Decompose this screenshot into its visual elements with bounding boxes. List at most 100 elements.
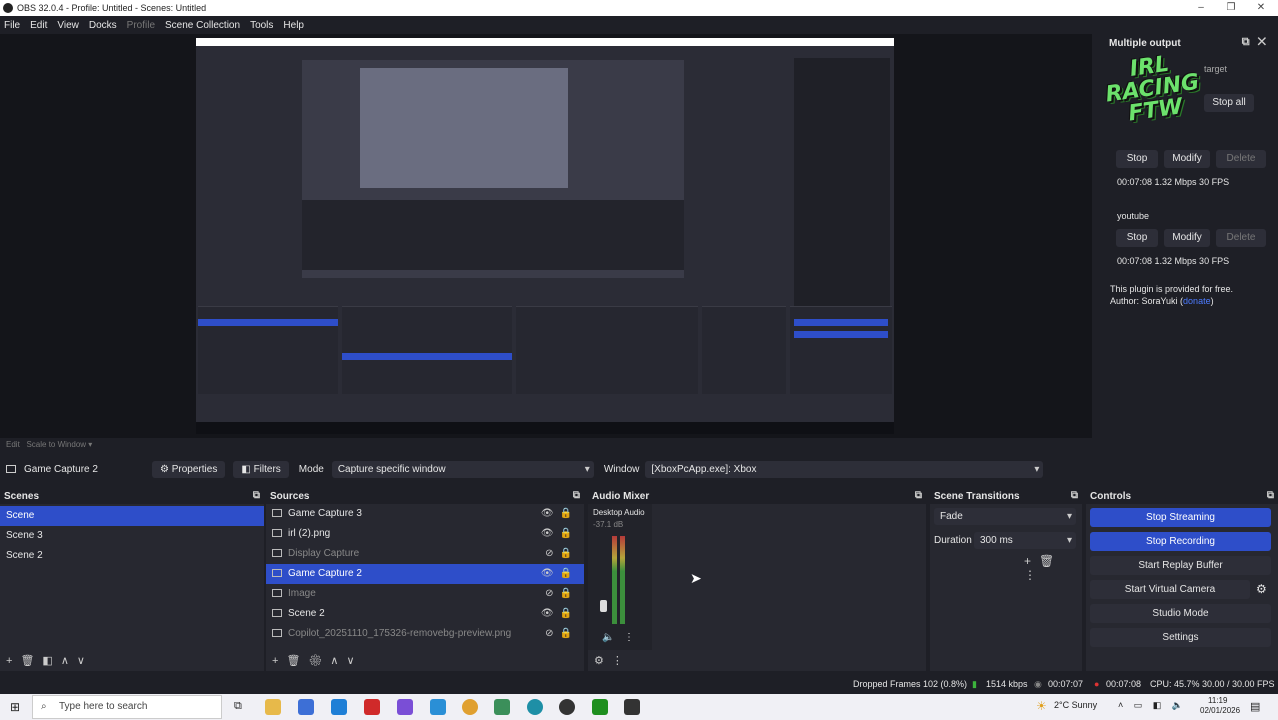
lock-icon[interactable]: 🔒 [560, 608, 578, 619]
settings-button[interactable]: Settings [1090, 628, 1271, 647]
hidden-icon[interactable]: ⊘ [545, 628, 559, 639]
donate-link[interactable]: donate [1183, 296, 1211, 306]
visibility-icon[interactable]: 👁 [541, 608, 560, 619]
target2-stop-button[interactable]: Stop [1116, 229, 1158, 247]
menu-help[interactable]: Help [283, 20, 304, 31]
dock-float-icon[interactable]: ⧉ [1267, 490, 1274, 501]
remove-scene-icon[interactable]: 🗑 [20, 655, 42, 667]
visibility-icon[interactable]: 👁 [541, 528, 560, 539]
source-item[interactable]: Scene 2 👁🔒 [266, 604, 584, 624]
menu-edit[interactable]: Edit [30, 20, 47, 31]
target1-modify-button[interactable]: Modify [1164, 150, 1210, 168]
duration-input[interactable]: 300 ms [974, 532, 1076, 549]
source-item[interactable]: Game Capture 3 👁🔒 [266, 504, 584, 524]
source-item[interactable]: Game Capture 2 👁🔒 [266, 564, 584, 584]
source-item[interactable]: Image ⊘🔒 [266, 584, 584, 604]
mixer-menu-icon[interactable]: ⋮ [612, 655, 631, 667]
notepad-icon[interactable] [494, 699, 510, 715]
dock-float-icon[interactable]: ⧉ [915, 490, 922, 501]
notification-icon[interactable]: ▤ [1250, 700, 1260, 713]
dock-float-icon[interactable]: ⧉ [1071, 490, 1078, 501]
source-up-icon[interactable]: ∧ [330, 655, 346, 667]
lock-icon[interactable]: 🔒 [560, 588, 578, 599]
menu-scene-collection[interactable]: Scene Collection [165, 20, 240, 31]
filters-button[interactable]: ◧ Filters [233, 460, 289, 478]
lock-icon[interactable]: 🔒 [560, 568, 578, 579]
menu-view[interactable]: View [57, 20, 79, 31]
transition-menu-icon[interactable]: ⋮ [1024, 568, 1044, 582]
hidden-icon[interactable]: ⊘ [545, 588, 559, 599]
file-explorer-icon[interactable] [265, 699, 281, 715]
target1-stop-button[interactable]: Stop [1116, 150, 1158, 168]
windows-start-icon[interactable]: ⊞ [10, 700, 20, 714]
source-item[interactable]: Copilot_20251110_175326-removebg-preview… [266, 624, 584, 644]
tray-icons[interactable]: ˄ ▭ ◧ 🔈 [1118, 700, 1187, 711]
visibility-icon[interactable]: 👁 [541, 568, 560, 579]
program-preview[interactable] [196, 38, 894, 434]
float-icon[interactable]: ⧉ [1242, 36, 1258, 48]
lock-icon[interactable]: 🔒 [560, 628, 578, 639]
window-select[interactable]: [XboxPcApp.exe]: Xbox [645, 460, 1044, 478]
visibility-icon[interactable]: 👁 [541, 508, 560, 519]
dock-float-icon[interactable]: ⧉ [573, 490, 580, 501]
obs-icon [3, 3, 13, 13]
lock-icon[interactable]: 🔒 [560, 528, 578, 539]
scene-item[interactable]: Scene 3 [0, 526, 264, 546]
studio-mode-button[interactable]: Studio Mode [1090, 604, 1271, 623]
target1-delete-button[interactable]: Delete [1216, 150, 1266, 168]
youtube-icon[interactable] [364, 699, 380, 715]
lock-icon[interactable]: 🔒 [560, 508, 578, 519]
close-dock-icon[interactable]: ✕ [1258, 36, 1274, 48]
lock-icon[interactable]: 🔒 [560, 548, 578, 559]
mode-select[interactable]: Capture specific window [331, 460, 594, 478]
task-view-icon[interactable]: ⧉ [234, 700, 242, 713]
add-transition-icon[interactable]: + [1024, 554, 1039, 568]
stop-all-button[interactable]: Stop all [1204, 94, 1254, 112]
move-down-icon[interactable]: ∨ [77, 655, 93, 667]
xbox-icon[interactable] [592, 699, 608, 715]
source-item[interactable]: Display Capture ⊘🔒 [266, 544, 584, 564]
remove-source-icon[interactable]: 🗑 [286, 655, 308, 667]
source-item[interactable]: irl (2).png 👁🔒 [266, 524, 584, 544]
minimize-icon[interactable]: – [1186, 0, 1216, 16]
remove-transition-icon[interactable]: 🗑 [1039, 554, 1062, 568]
menu-profile[interactable]: Profile [127, 20, 155, 31]
dock-float-icon[interactable]: ⧉ [253, 490, 260, 501]
scene-filters-icon[interactable]: ◧ [42, 655, 60, 667]
mixer-settings-icon[interactable]: ⚙ [594, 655, 612, 667]
move-up-icon[interactable]: ∧ [61, 655, 77, 667]
store-icon[interactable] [298, 699, 314, 715]
edge-icon[interactable] [527, 699, 543, 715]
properties-button[interactable]: ⚙ Properties [152, 460, 226, 478]
restore-icon[interactable]: ❐ [1216, 0, 1246, 16]
transition-select[interactable]: Fade [934, 508, 1076, 525]
scene-item[interactable]: Scene [0, 506, 264, 526]
source-properties-icon[interactable]: ⚙ [308, 655, 330, 667]
calendar-icon[interactable] [430, 699, 446, 715]
taskbar-search-input[interactable]: ⌕ Type here to search [32, 695, 222, 719]
discord-icon[interactable] [397, 699, 413, 715]
target2-modify-button[interactable]: Modify [1164, 229, 1210, 247]
hidden-icon[interactable]: ⊘ [545, 548, 559, 559]
menu-file[interactable]: File [4, 20, 20, 31]
menu-docks[interactable]: Docks [89, 20, 117, 31]
mute-icon[interactable]: 🔈 [602, 632, 614, 643]
source-down-icon[interactable]: ∨ [346, 655, 362, 667]
add-scene-icon[interactable]: + [6, 655, 20, 667]
stop-recording-button[interactable]: Stop Recording [1090, 532, 1271, 551]
volume-slider[interactable] [600, 600, 607, 612]
scene-item[interactable]: Scene 2 [0, 546, 264, 566]
obs-taskbar-icon[interactable] [559, 699, 575, 715]
start-replay-buffer-button[interactable]: Start Replay Buffer [1090, 556, 1271, 575]
start-virtual-camera-button[interactable]: Start Virtual Camera [1090, 580, 1250, 599]
chrome-icon[interactable] [462, 699, 478, 715]
menu-tools[interactable]: Tools [250, 20, 273, 31]
outlook-icon[interactable] [331, 699, 347, 715]
terminal-icon[interactable] [624, 699, 640, 715]
channel-menu-icon[interactable]: ⋮ [624, 632, 634, 643]
virtual-camera-settings-icon[interactable]: ⚙ [1256, 582, 1267, 596]
stop-streaming-button[interactable]: Stop Streaming [1090, 508, 1271, 527]
target2-delete-button[interactable]: Delete [1216, 229, 1266, 247]
add-source-icon[interactable]: + [272, 655, 286, 667]
close-icon[interactable]: ✕ [1246, 0, 1276, 16]
